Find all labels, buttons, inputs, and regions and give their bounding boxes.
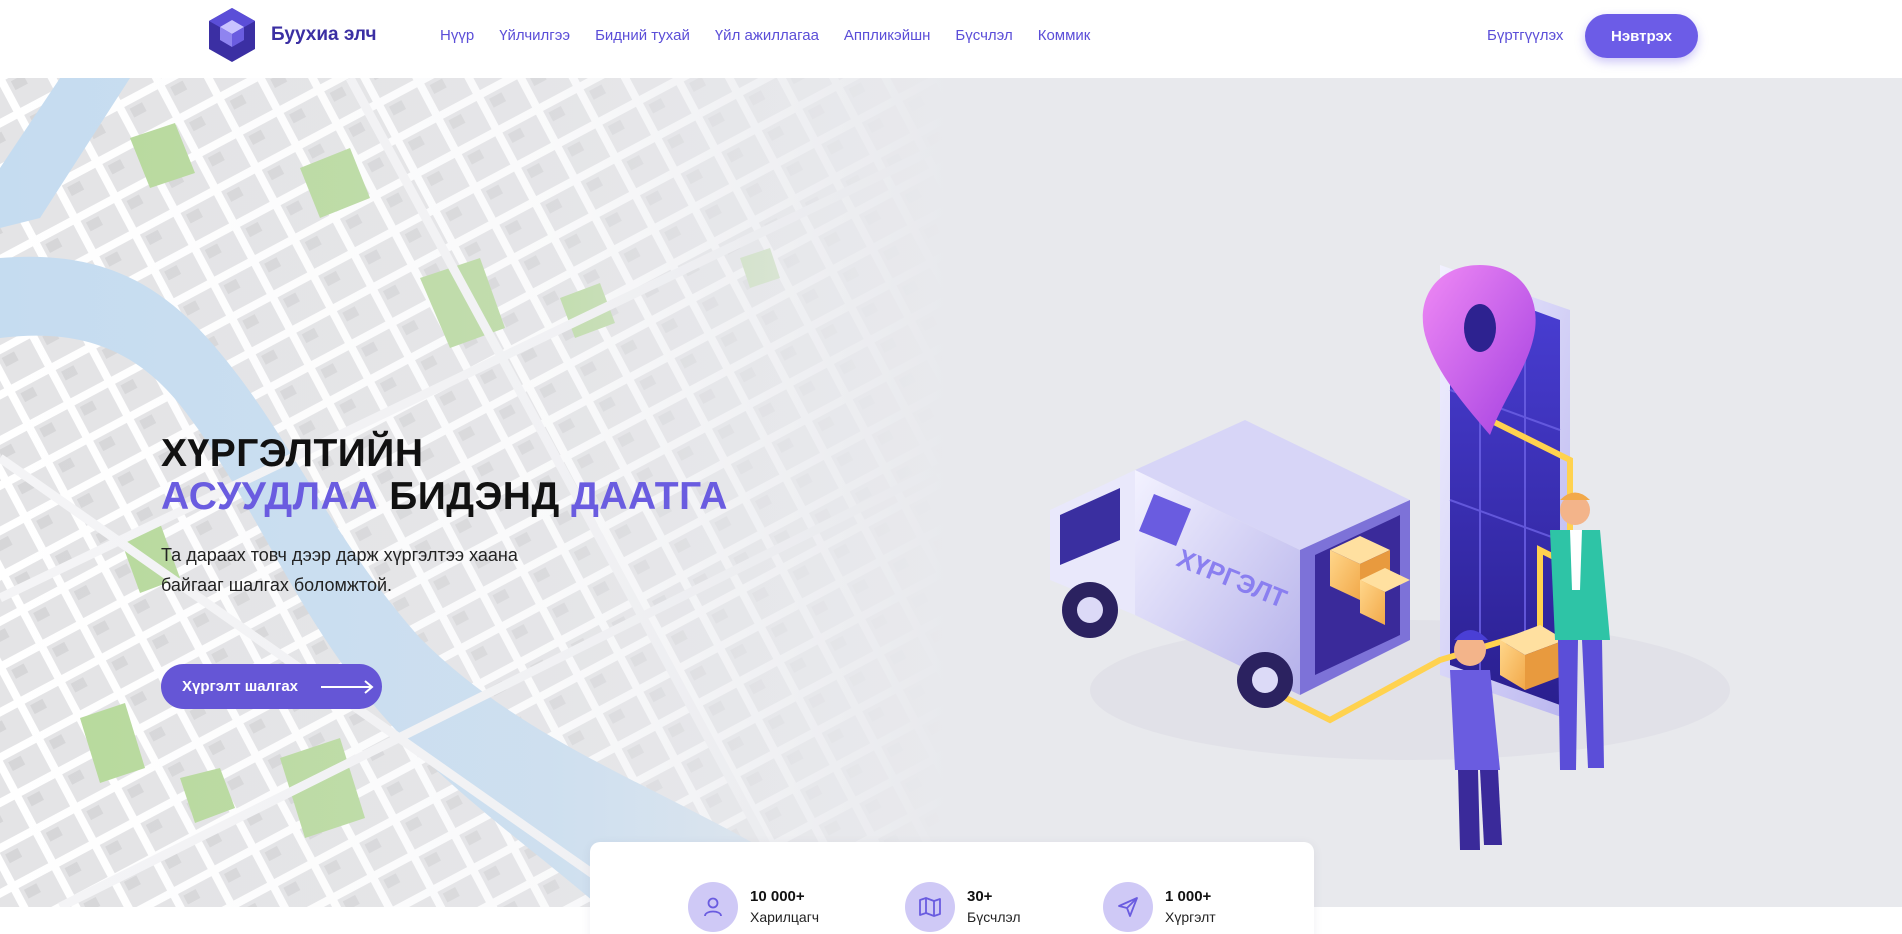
delivery-illustration: ХҮРГЭЛТ	[1050, 265, 1730, 850]
arrow-right-icon	[321, 679, 374, 694]
stat-zones-value: 30+	[967, 888, 993, 905]
brand-name: Буухиа элч	[271, 24, 377, 45]
cube-logo-icon	[209, 8, 255, 62]
main-nav: Нүүр Үйлчилгээ Бидний тухай Үйл ажиллага…	[440, 27, 1115, 44]
login-button[interactable]: Нэвтрэх	[1585, 14, 1698, 58]
nav-item-home[interactable]: Нүүр	[440, 27, 474, 44]
stat-zones: 30+ Бүсчлэл	[905, 882, 1021, 932]
nav-item-app[interactable]: Аппликэйшн	[844, 27, 930, 44]
hero-section: ХҮРГЭЛТИЙН АСУУДЛАА БИДЭНД ДААТГА Та дар…	[0, 78, 1902, 907]
stat-zones-label: Бүсчлэл	[967, 909, 1021, 925]
hero-title-word1: АСУУДЛАА	[161, 475, 378, 518]
stat-customers-value: 10 000+	[750, 888, 805, 905]
nav-item-operations[interactable]: Үйл ажиллагаа	[715, 27, 819, 44]
register-link[interactable]: Бүртгүүлэх	[1487, 27, 1563, 44]
stat-customers-label: Харилцагч	[750, 909, 820, 925]
stat-deliveries-label: Хүргэлт	[1165, 909, 1216, 925]
hero-description: Та дараах товч дээр дарж хүргэлтээ хаана…	[161, 545, 518, 595]
nav-item-about[interactable]: Бидний тухай	[595, 27, 690, 44]
map-icon	[905, 882, 955, 932]
nav-item-comics[interactable]: Коммик	[1038, 27, 1091, 44]
user-icon	[688, 882, 738, 932]
hero-title: ХҮРГЭЛТИЙН АСУУДЛАА БИДЭНД ДААТГА	[161, 432, 728, 518]
hero-title-word3: ДААТГА	[571, 475, 728, 518]
brand-logo[interactable]: Буухиа элч	[205, 6, 377, 64]
stat-customers: 10 000+ Харилцагч	[688, 882, 819, 932]
hero-title-line1: ХҮРГЭЛТИЙН	[161, 432, 424, 475]
track-delivery-button[interactable]: Хүргэлт шалгах	[161, 664, 382, 709]
track-delivery-label: Хүргэлт шалгах	[182, 678, 299, 695]
hero-title-word2: БИДЭНД	[389, 475, 560, 518]
top-navbar: Буухиа элч Нүүр Үйлчилгээ Бидний тухай Ү…	[0, 0, 1902, 78]
stat-deliveries-value: 1 000+	[1165, 888, 1212, 905]
stat-deliveries: 1 000+ Хүргэлт	[1103, 882, 1216, 932]
nav-item-services[interactable]: Үйлчилгээ	[499, 27, 570, 44]
nav-item-zones[interactable]: Бүсчлэл	[955, 27, 1012, 44]
send-icon	[1103, 882, 1153, 932]
stats-card: 10 000+ Харилцагч 30+ Бүсчлэл 1 000+ Хүр…	[590, 842, 1314, 934]
